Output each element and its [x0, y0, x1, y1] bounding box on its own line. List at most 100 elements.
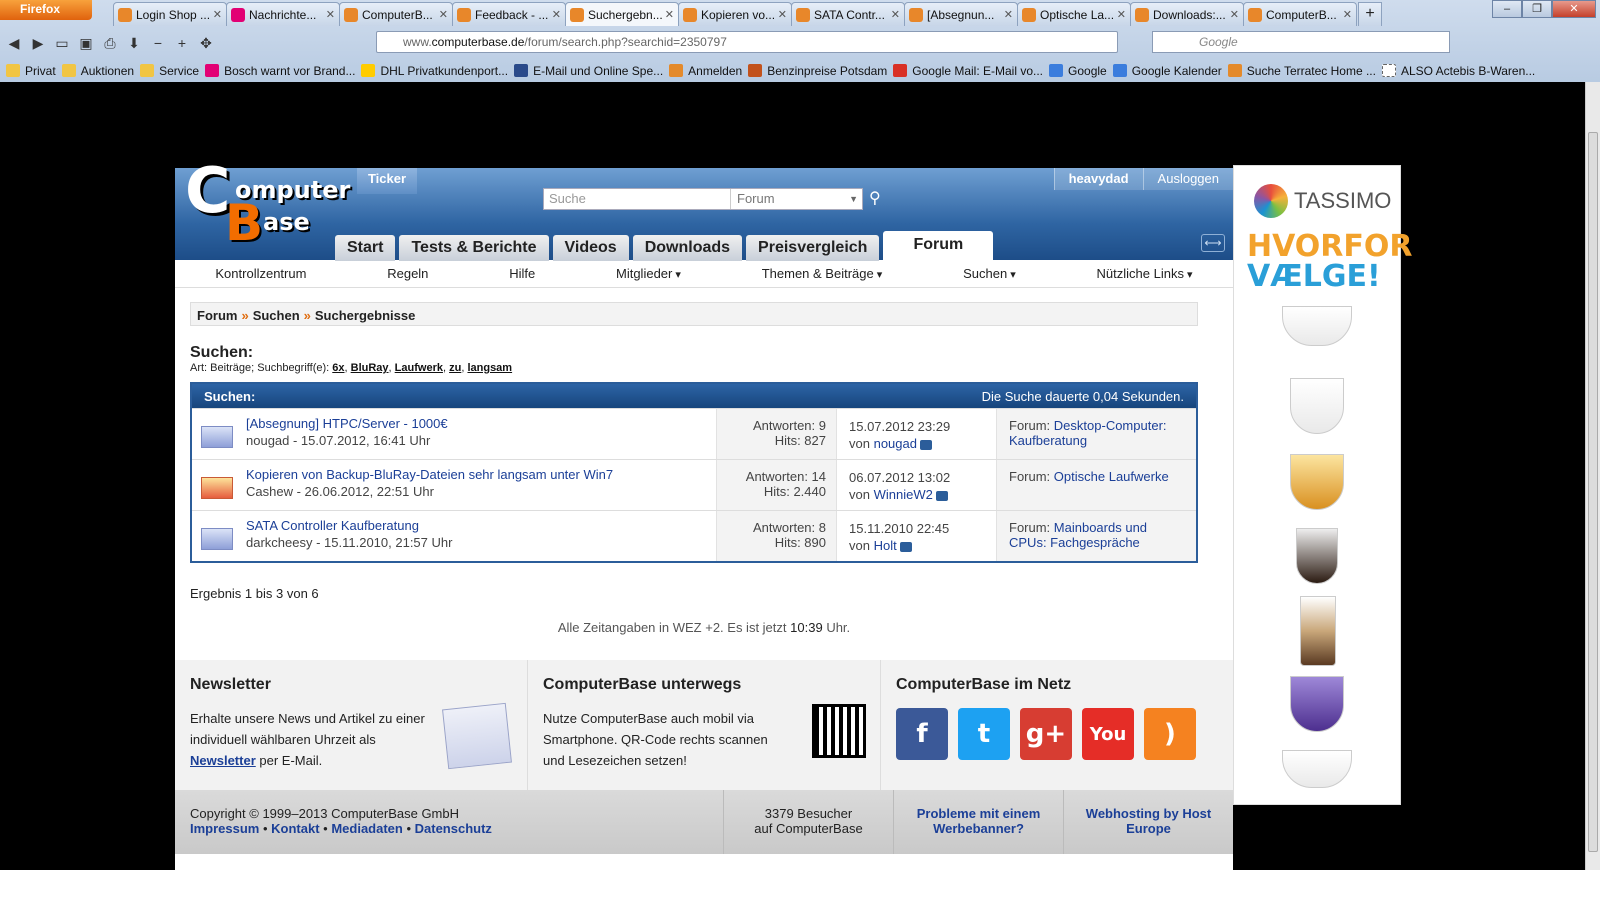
bookmark-item[interactable]: E-Mail und Online Spe... — [514, 64, 663, 78]
breadcrumb-suchen[interactable]: Suchen — [253, 308, 300, 323]
maximize-icon[interactable]: ❐ — [1522, 0, 1552, 18]
search-term-link[interactable]: BluRay — [351, 362, 389, 374]
bookmark-item[interactable]: ALSO Actebis B-Waren... — [1381, 64, 1535, 78]
search-term-link[interactable]: 6x — [332, 362, 344, 374]
mediadaten-link[interactable]: Mediadaten — [331, 821, 403, 836]
subnav-hilfe[interactable]: Hilfe — [509, 266, 535, 281]
minimize-icon[interactable]: – — [1492, 0, 1522, 18]
impressum-link[interactable]: Impressum — [190, 821, 259, 836]
browser-tab[interactable]: [Absegnun... ✕ — [904, 2, 1018, 26]
tab-preisvergleich[interactable]: Preisvergleich — [746, 235, 880, 261]
bookmark-item[interactable]: Google — [1049, 64, 1107, 78]
goto-last-post-icon[interactable] — [919, 439, 932, 450]
tab-videos[interactable]: Videos — [552, 235, 629, 261]
newsletter-link[interactable]: Newsletter — [190, 753, 256, 768]
zoom-out-icon[interactable]: − — [148, 32, 168, 54]
close-tab-icon[interactable]: ✕ — [778, 8, 787, 21]
bookmark-item[interactable]: Anmelden — [669, 64, 742, 78]
goto-last-post-icon[interactable] — [935, 490, 948, 501]
datenschutz-link[interactable]: Datenschutz — [415, 821, 492, 836]
subnav-links[interactable]: Nützliche Links — [1097, 266, 1193, 281]
tab-tests[interactable]: Tests & Berichte — [399, 235, 549, 261]
fullscreen-icon[interactable]: ✥ — [196, 32, 216, 54]
back-icon[interactable]: ◀ — [4, 32, 24, 54]
close-tab-icon[interactable]: ✕ — [552, 8, 561, 21]
banner-problem-link[interactable]: Probleme mit einem Werbebanner? — [917, 806, 1041, 836]
search-scope-select[interactable]: Forum — [730, 189, 864, 209]
scrollbar-thumb[interactable] — [1588, 132, 1598, 852]
close-tab-icon[interactable]: ✕ — [439, 8, 448, 21]
qr-code-icon[interactable] — [812, 704, 866, 758]
close-tab-icon[interactable]: ✕ — [1343, 8, 1352, 21]
youtube-icon[interactable]: You — [1082, 708, 1134, 760]
facebook-icon[interactable]: f — [896, 708, 948, 760]
last-post-user-link[interactable]: nougad — [874, 436, 917, 451]
tab-forum[interactable]: Forum — [883, 231, 994, 261]
bookmark-item[interactable]: Service — [140, 64, 199, 78]
username-link[interactable]: heavydad — [1053, 168, 1143, 190]
logout-link[interactable]: Ausloggen — [1142, 168, 1233, 190]
bookmark-item[interactable]: Bosch warnt vor Brand... — [205, 64, 355, 78]
subnav-themen[interactable]: Themen & Beiträge — [762, 266, 883, 281]
close-tab-icon[interactable]: ✕ — [213, 8, 222, 21]
browser-tab-active[interactable]: Suchergebn... ✕ — [565, 2, 679, 26]
thread-title-link[interactable]: SATA Controller Kaufberatung — [246, 517, 712, 534]
browser-tab[interactable]: Kopieren vo... ✕ — [678, 2, 792, 26]
search-icon[interactable]: ⚲ — [869, 188, 881, 208]
breadcrumb-forum[interactable]: Forum — [197, 308, 237, 323]
print-icon[interactable]: ⎙ — [100, 32, 120, 54]
tab-start[interactable]: Start — [335, 235, 396, 261]
thread-title-link[interactable]: [Absegnung] HTPC/Server - 1000€ — [246, 415, 712, 432]
kontakt-link[interactable]: Kontakt — [271, 821, 319, 836]
address-bar[interactable]: www.computerbase.de/forum/search.php?sea… — [376, 31, 1118, 53]
ticker-link[interactable]: Ticker — [357, 168, 417, 194]
bookmark-item[interactable]: Google Kalender — [1112, 64, 1222, 78]
goto-last-post-icon[interactable] — [899, 541, 912, 552]
browser-tab[interactable]: SATA Contr... ✕ — [791, 2, 905, 26]
close-window-icon[interactable]: ✕ — [1552, 0, 1596, 18]
addon-icon[interactable]: ▣ — [76, 32, 96, 54]
window-icon[interactable]: ▭ — [52, 32, 72, 54]
close-tab-icon[interactable]: ✕ — [891, 8, 900, 21]
browser-tab[interactable]: ComputerB... ✕ — [339, 2, 453, 26]
close-tab-icon[interactable]: ✕ — [1004, 8, 1013, 21]
forum-link[interactable]: Optische Laufwerke — [1054, 469, 1169, 484]
bookmark-item[interactable]: Benzinpreise Potsdam — [748, 64, 887, 78]
rss-icon[interactable]: ) — [1144, 708, 1196, 760]
advertisement-banner[interactable]: TASSIMO HVORFOR VÆLGE! — [1233, 165, 1413, 805]
vertical-scrollbar[interactable] — [1585, 82, 1600, 870]
last-post-user-link[interactable]: WinnieW2 — [874, 487, 933, 502]
bookmark-item[interactable]: Privat — [6, 64, 56, 78]
tab-downloads[interactable]: Downloads — [632, 235, 743, 261]
subnav-kontrollzentrum[interactable]: Kontrollzentrum — [215, 266, 306, 281]
close-tab-icon[interactable]: ✕ — [665, 8, 674, 21]
close-tab-icon[interactable]: ✕ — [1230, 8, 1239, 21]
bookmark-item[interactable]: Suche Terratec Home ... — [1227, 64, 1376, 78]
browser-tab[interactable]: ComputerB... ✕ — [1243, 2, 1357, 26]
close-tab-icon[interactable]: ✕ — [326, 8, 335, 21]
forward-icon[interactable]: ▶ — [28, 32, 48, 54]
download-icon[interactable]: ⬇ — [124, 32, 144, 54]
browser-tab[interactable]: Login Shop ... ✕ — [113, 2, 227, 26]
subnav-mitglieder[interactable]: Mitglieder — [616, 266, 681, 281]
twitter-icon[interactable]: t — [958, 708, 1010, 760]
subnav-regeln[interactable]: Regeln — [387, 266, 428, 281]
site-search-input[interactable]: Suche Forum — [543, 188, 863, 210]
bookmark-item[interactable]: DHL Privatkundenport... — [361, 64, 508, 78]
computerbase-logo[interactable]: C omputer B ase — [185, 154, 353, 254]
new-tab-button[interactable]: + — [1358, 2, 1382, 26]
last-post-user-link[interactable]: Holt — [874, 538, 897, 553]
hosting-link[interactable]: Webhosting by Host Europe — [1086, 806, 1211, 836]
close-tab-icon[interactable]: ✕ — [1117, 8, 1126, 21]
zoom-in-icon[interactable]: + — [172, 32, 192, 54]
search-engine-input[interactable]: Google — [1152, 31, 1450, 53]
bookmark-item[interactable]: Auktionen — [61, 64, 134, 78]
browser-tab[interactable]: Optische La... ✕ — [1017, 2, 1131, 26]
search-term-link[interactable]: Laufwerk — [395, 362, 443, 374]
browser-tab[interactable]: Downloads:... ✕ — [1130, 2, 1244, 26]
subnav-suchen[interactable]: Suchen — [963, 266, 1016, 281]
bookmark-item[interactable]: Google Mail: E-Mail vo... — [893, 64, 1043, 78]
search-term-link[interactable]: langsam — [467, 362, 512, 374]
google-plus-icon[interactable]: g+ — [1020, 708, 1072, 760]
search-term-link[interactable]: zu — [449, 362, 461, 374]
